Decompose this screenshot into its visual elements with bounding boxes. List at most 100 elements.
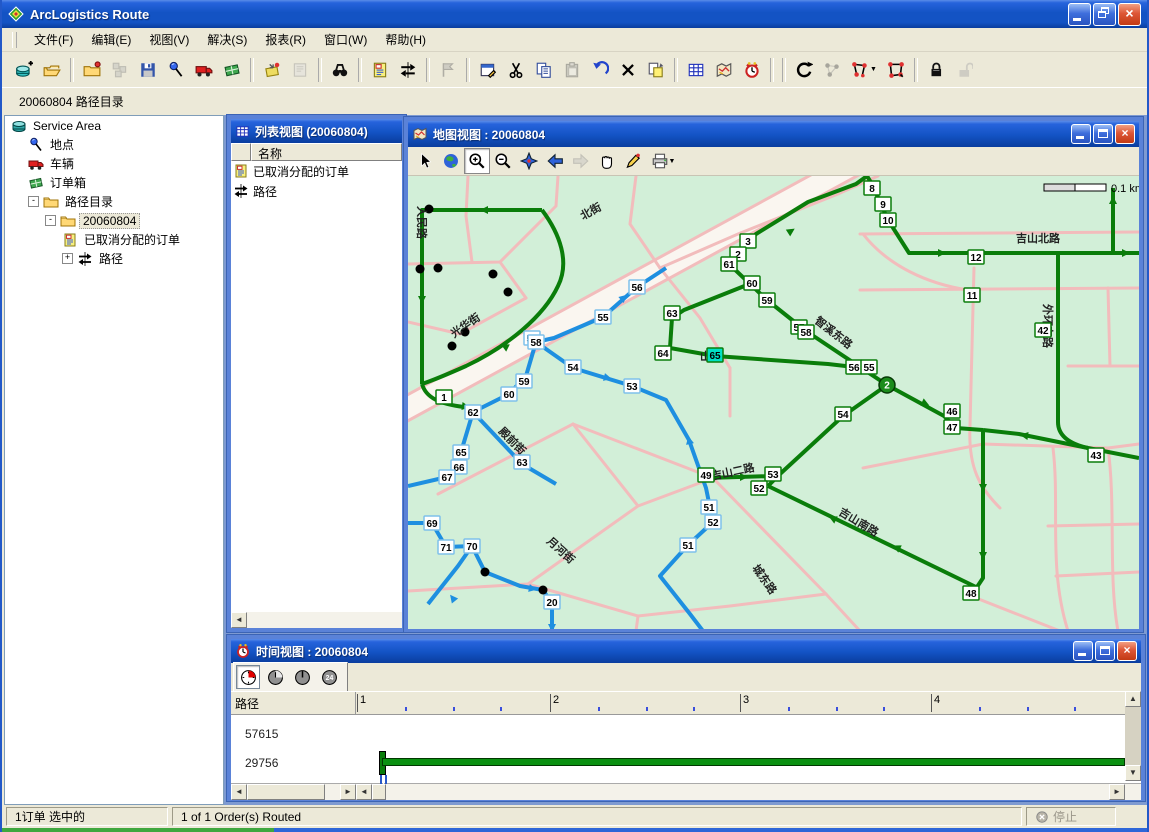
map-close-button[interactable]: ×: [1115, 124, 1135, 144]
time-view-titlebar[interactable]: 时间视图 : 20060804 ×: [231, 639, 1141, 663]
time-close-button[interactable]: ×: [1117, 641, 1137, 661]
zoom-out-button[interactable]: [490, 148, 516, 174]
solve-net-button[interactable]: [818, 56, 846, 84]
pencil-button[interactable]: [620, 148, 646, 174]
tree-item-label[interactable]: 地点: [47, 136, 77, 153]
tree-item-车辆[interactable]: 车辆: [5, 154, 223, 173]
map-svg[interactable]: 人民路北街光华街吉山北路智溪东路外环东路山路吉山二路吉山南路月河街城东路殿前街8…: [408, 176, 1139, 629]
scroll-up-icon[interactable]: ▲: [1125, 691, 1141, 707]
orders-note-button[interactable]: [366, 56, 394, 84]
map-stop-dot[interactable]: [504, 288, 513, 297]
menu-item-5[interactable]: 窗口(W): [315, 28, 376, 51]
map-stop-dot[interactable]: [539, 586, 548, 595]
scroll-left-icon[interactable]: ◄: [231, 784, 247, 800]
print-dropdown-button[interactable]: ▼: [646, 148, 680, 174]
route-row-label[interactable]: 57615: [245, 727, 278, 741]
solve-loop-button[interactable]: [790, 56, 818, 84]
clock-24-button[interactable]: 24: [317, 665, 341, 689]
gantt-bar[interactable]: [382, 758, 1125, 766]
map-minimize-button[interactable]: [1071, 124, 1091, 144]
undo-arrow-button[interactable]: [586, 56, 614, 84]
expand-icon[interactable]: +: [62, 253, 73, 264]
menu-item-2[interactable]: 视图(V): [140, 28, 198, 51]
truck-button[interactable]: [190, 56, 218, 84]
tree-item-label[interactable]: 订单箱: [47, 174, 89, 191]
restore-button[interactable]: [1093, 3, 1116, 26]
map-stop-dot[interactable]: [434, 264, 443, 273]
collapse-icon[interactable]: -: [28, 196, 39, 207]
close-button[interactable]: ×: [1118, 3, 1141, 26]
order-box-button[interactable]: [218, 56, 246, 84]
properties-button[interactable]: [474, 56, 502, 84]
copy-grid-button[interactable]: [106, 56, 134, 84]
new-folder-button[interactable]: [78, 56, 106, 84]
copy-docs-button[interactable]: [530, 56, 558, 84]
scroll-thumb[interactable]: [247, 784, 325, 800]
tree-item-路径[interactable]: + 路径: [5, 249, 223, 268]
list-item-label[interactable]: 已取消分配的订单: [253, 163, 349, 180]
map-stop-dot[interactable]: [448, 342, 457, 351]
save-button[interactable]: [134, 56, 162, 84]
location-pin-button[interactable]: [162, 56, 190, 84]
map-canvas[interactable]: 人民路北街光华街吉山北路智溪东路外环东路山路吉山二路吉山南路月河街城东路殿前街8…: [408, 176, 1139, 629]
scroll-right-icon[interactable]: ►: [340, 784, 356, 800]
solve-nodes-dropdown-button[interactable]: ▼: [846, 56, 882, 84]
forward-arrow-button[interactable]: [568, 148, 594, 174]
paste-special-button[interactable]: [642, 56, 670, 84]
list-header-blank[interactable]: [231, 143, 251, 161]
collapse-icon[interactable]: -: [45, 215, 56, 226]
new-database-button[interactable]: [10, 56, 38, 84]
pan-hand-button[interactable]: [594, 148, 620, 174]
map-maximize-button[interactable]: [1093, 124, 1113, 144]
flag-button[interactable]: [434, 56, 462, 84]
scroll-right-icon[interactable]: ►: [1109, 784, 1125, 800]
cut-scissors-button[interactable]: [502, 56, 530, 84]
time-vscrollbar[interactable]: ▲ ▼: [1125, 691, 1141, 781]
time-maximize-button[interactable]: [1095, 641, 1115, 661]
route-row-label[interactable]: 29756: [245, 756, 278, 770]
tree-item-label[interactable]: 车辆: [47, 155, 77, 172]
scroll-left-icon[interactable]: ◄: [356, 784, 372, 800]
solve-polygon-button[interactable]: [882, 56, 910, 84]
scroll-left-icon[interactable]: ◄: [231, 612, 247, 628]
lock-button[interactable]: [922, 56, 950, 84]
table-view-button[interactable]: [682, 56, 710, 84]
find-binoculars-button[interactable]: [326, 56, 354, 84]
minimize-button[interactable]: [1068, 3, 1091, 26]
tree-item-20060804[interactable]: -20060804: [5, 211, 223, 230]
menu-item-6[interactable]: 帮助(H): [376, 28, 435, 51]
scroll-down-icon[interactable]: ▼: [1125, 765, 1141, 781]
paste-clipboard-button[interactable]: [558, 56, 586, 84]
clock-alarm-button[interactable]: [738, 56, 766, 84]
delete-x-button[interactable]: [614, 56, 642, 84]
tree-item-Service Area[interactable]: Service Area: [5, 116, 223, 135]
list-item-已取消分配的订单[interactable]: 已取消分配的订单: [231, 161, 402, 181]
globe-button[interactable]: [438, 148, 464, 174]
map-view-button[interactable]: [710, 56, 738, 84]
edit-sheet-button[interactable]: [286, 56, 314, 84]
map-view-titlebar[interactable]: 地图视图 : 20060804 ×: [408, 121, 1139, 147]
list-header-name[interactable]: 名称: [251, 143, 402, 161]
select-cursor-button[interactable]: [412, 148, 438, 174]
back-arrow-button[interactable]: [542, 148, 568, 174]
tree-item-label[interactable]: Service Area: [30, 119, 104, 133]
tree-item-label[interactable]: 路径目录: [62, 193, 116, 210]
menu-item-1[interactable]: 编辑(E): [82, 28, 140, 51]
clock-full-button[interactable]: [290, 665, 314, 689]
menu-item-0[interactable]: 文件(F): [25, 28, 82, 51]
scroll-thumb[interactable]: [372, 784, 386, 800]
time-minimize-button[interactable]: [1073, 641, 1093, 661]
tree-item-订单箱[interactable]: 订单箱: [5, 173, 223, 192]
route-arrows-button[interactable]: [394, 56, 422, 84]
list-view-titlebar[interactable]: 列表视图 (20060804): [231, 119, 402, 143]
tree-item-label[interactable]: 路径: [96, 250, 126, 267]
menu-item-3[interactable]: 解决(S): [198, 28, 256, 51]
clock-quarter-button[interactable]: [236, 665, 260, 689]
tree-item-地点[interactable]: 地点: [5, 135, 223, 154]
map-stop-dot[interactable]: [481, 568, 490, 577]
time-hscrollbars[interactable]: ◄ ► ◄ ►: [231, 784, 1141, 800]
list-hscrollbar[interactable]: ◄: [231, 612, 402, 628]
menu-item-4[interactable]: 报表(R): [256, 28, 315, 51]
stop-button[interactable]: 停止: [1026, 807, 1116, 826]
tree-item-已取消分配的订单[interactable]: 已取消分配的订单: [5, 230, 223, 249]
